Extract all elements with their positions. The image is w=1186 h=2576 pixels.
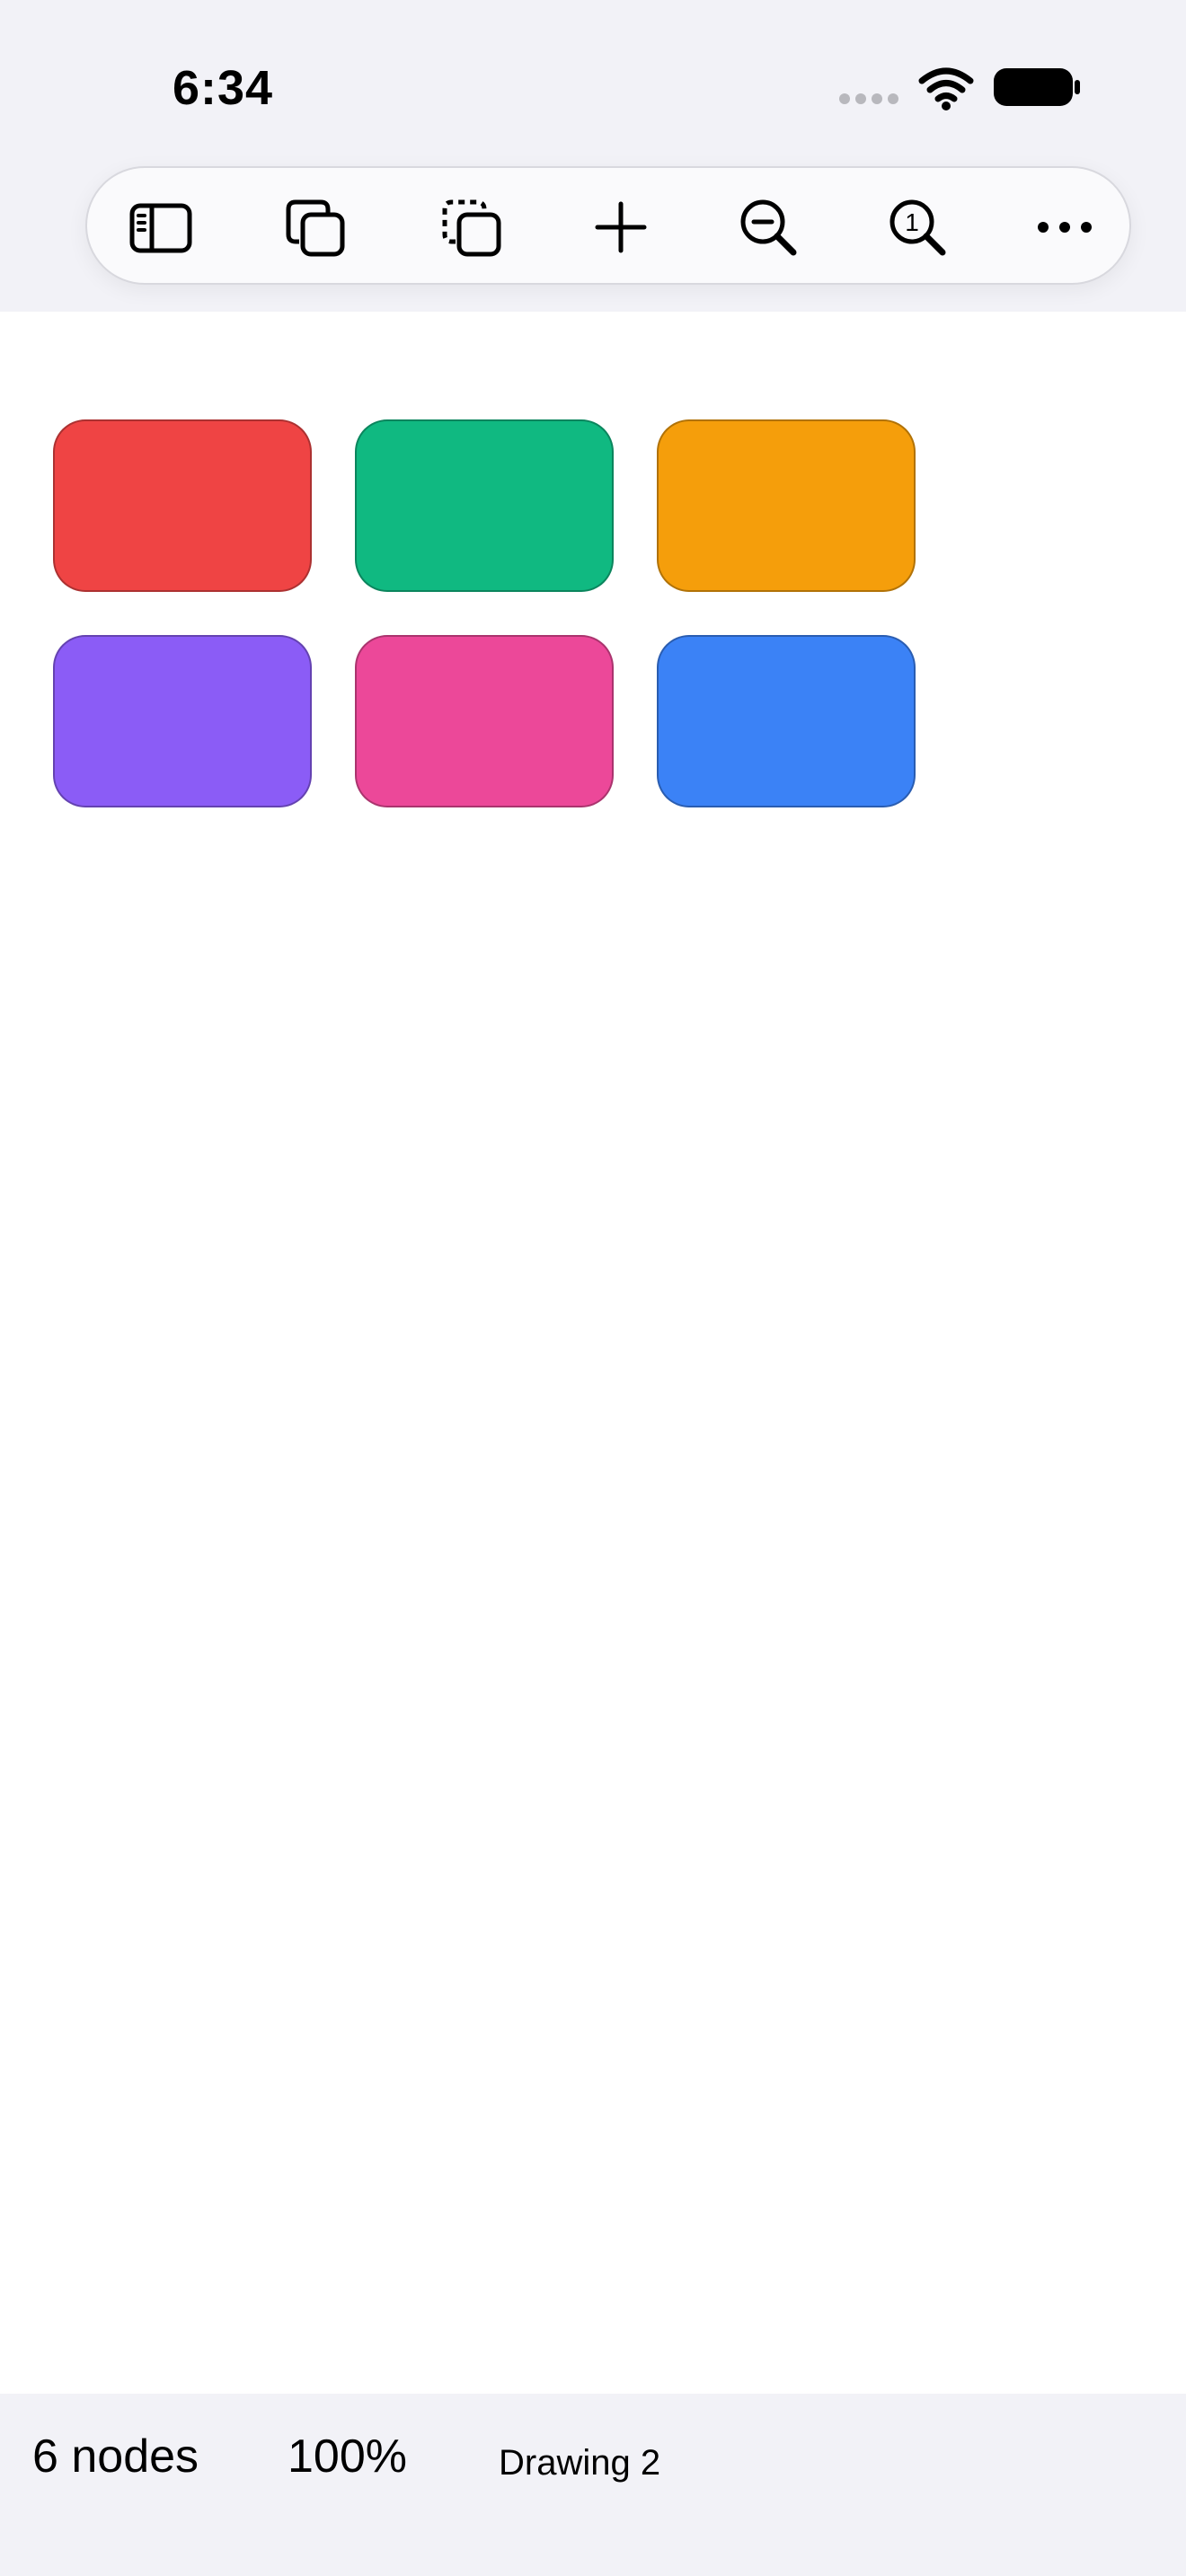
svg-text:1: 1 — [905, 208, 919, 236]
node-3[interactable] — [657, 419, 916, 592]
node-count: 6 nodes — [32, 2430, 199, 2483]
zoom-out-button[interactable] — [729, 188, 808, 267]
duplicate-dashed-icon — [442, 199, 501, 257]
main-toolbar: 1 — [85, 166, 1131, 285]
plus-icon — [595, 201, 647, 253]
top-chrome: 6:34 1 — [0, 0, 1186, 312]
actual-size-button[interactable]: 1 — [878, 188, 957, 267]
duplicate-icon — [286, 199, 345, 257]
ellipsis-icon — [1038, 222, 1092, 233]
more-button[interactable] — [1025, 188, 1104, 267]
sidebar-icon — [129, 203, 192, 253]
zoom-level: 100% — [288, 2430, 407, 2483]
add-button[interactable] — [581, 188, 660, 267]
status-icons — [836, 65, 1087, 111]
duplicate-dashed-button[interactable] — [432, 188, 511, 267]
bottom-status-bar: 6 nodes 100% Drawing 2 — [0, 2394, 1186, 2576]
zoom-out-icon — [740, 199, 797, 256]
wifi-dot — [942, 101, 951, 110]
status-time: 6:34 — [173, 61, 274, 115]
duplicate-button[interactable] — [276, 188, 355, 267]
node-2[interactable] — [355, 419, 614, 592]
signal-dots-icon — [839, 93, 898, 104]
sidebar-toggle-button[interactable] — [121, 188, 200, 267]
app-screen: 6:34 1 6 nodes 100% Drawing 2 — [0, 0, 1186, 2576]
battery-icon — [994, 68, 1080, 106]
node-4[interactable] — [53, 635, 312, 807]
wifi-icon — [918, 67, 974, 102]
zoom-actual-size-icon: 1 — [890, 199, 946, 256]
document-title: Drawing 2 — [499, 2443, 661, 2483]
node-1[interactable] — [53, 419, 312, 592]
node-5[interactable] — [355, 635, 614, 807]
node-6[interactable] — [657, 635, 916, 807]
drawing-canvas[interactable] — [0, 312, 1186, 2394]
